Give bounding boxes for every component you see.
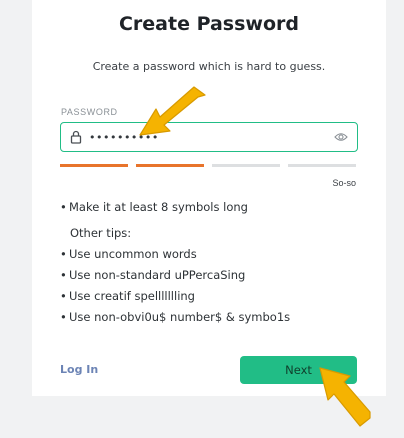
create-password-card: Create Password Create a password which …: [32, 0, 386, 396]
rule-item: • Make it at least 8 symbols long: [60, 200, 248, 214]
tip-text: Use creatif spellllllling: [69, 289, 195, 303]
tip-item: • Use creatif spellllllling: [60, 289, 195, 303]
bullet: •: [60, 247, 67, 261]
tip-item: • Use uncommon words: [60, 247, 197, 261]
tip-item: • Use non-standard uPPercaSing: [60, 268, 245, 282]
strength-label: So-so: [332, 178, 356, 188]
lock-icon: [70, 130, 82, 144]
bullet: •: [60, 310, 67, 324]
rule-text: Make it at least 8 symbols long: [69, 200, 248, 214]
password-field: [60, 122, 358, 152]
login-link[interactable]: Log In: [60, 363, 98, 376]
page-title: Create Password: [118, 13, 300, 35]
tip-text: Use non-obvi0u$ number$ & symbo1s: [69, 310, 291, 324]
next-button[interactable]: Next: [240, 356, 357, 384]
tip-text: Use uncommon words: [69, 247, 197, 261]
bullet: •: [60, 268, 67, 282]
strength-segment-3: [212, 164, 280, 167]
tip-text: Use non-standard uPPercaSing: [69, 268, 246, 282]
bullet: •: [60, 289, 67, 303]
page-subtitle: Create a password which is hard to guess…: [92, 60, 326, 73]
strength-segment-4: [288, 164, 356, 167]
password-field-label: PASSWORD: [61, 107, 118, 117]
tips-heading: Other tips:: [70, 226, 132, 240]
bullet: •: [60, 200, 67, 214]
strength-segment-1: [60, 164, 128, 167]
tip-item: • Use non-obvi0u$ number$ & symbo1s: [60, 310, 290, 324]
eye-icon[interactable]: [334, 131, 348, 143]
strength-segment-2: [136, 164, 204, 167]
password-input[interactable]: [89, 127, 319, 147]
